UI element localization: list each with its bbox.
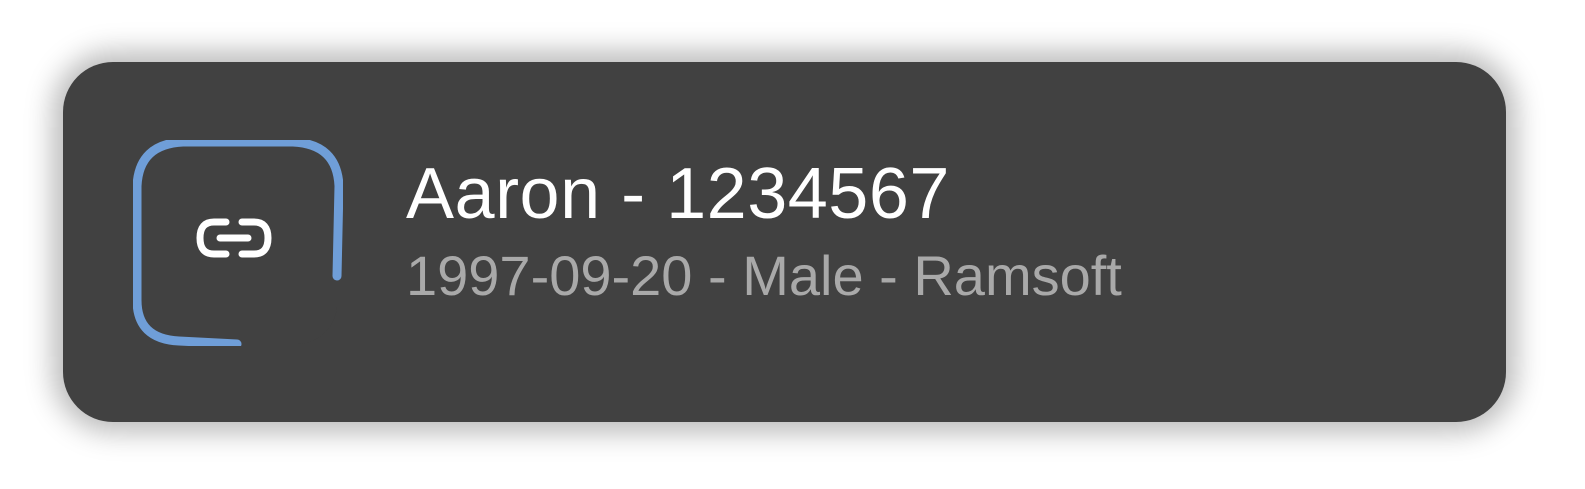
link-icon (196, 218, 272, 258)
patient-card[interactable]: Aaron - 1234567 1997-09-20 - Male - Rams… (63, 62, 1506, 422)
patient-title: Aaron - 1234567 (406, 154, 950, 234)
stage: Aaron - 1234567 1997-09-20 - Male - Rams… (0, 0, 1585, 489)
patient-subtitle: 1997-09-20 - Male - Ramsoft (406, 244, 1122, 307)
patient-info: Aaron - 1234567 1997-09-20 - Male - Rams… (406, 154, 1122, 308)
link-tile[interactable] (133, 140, 343, 346)
